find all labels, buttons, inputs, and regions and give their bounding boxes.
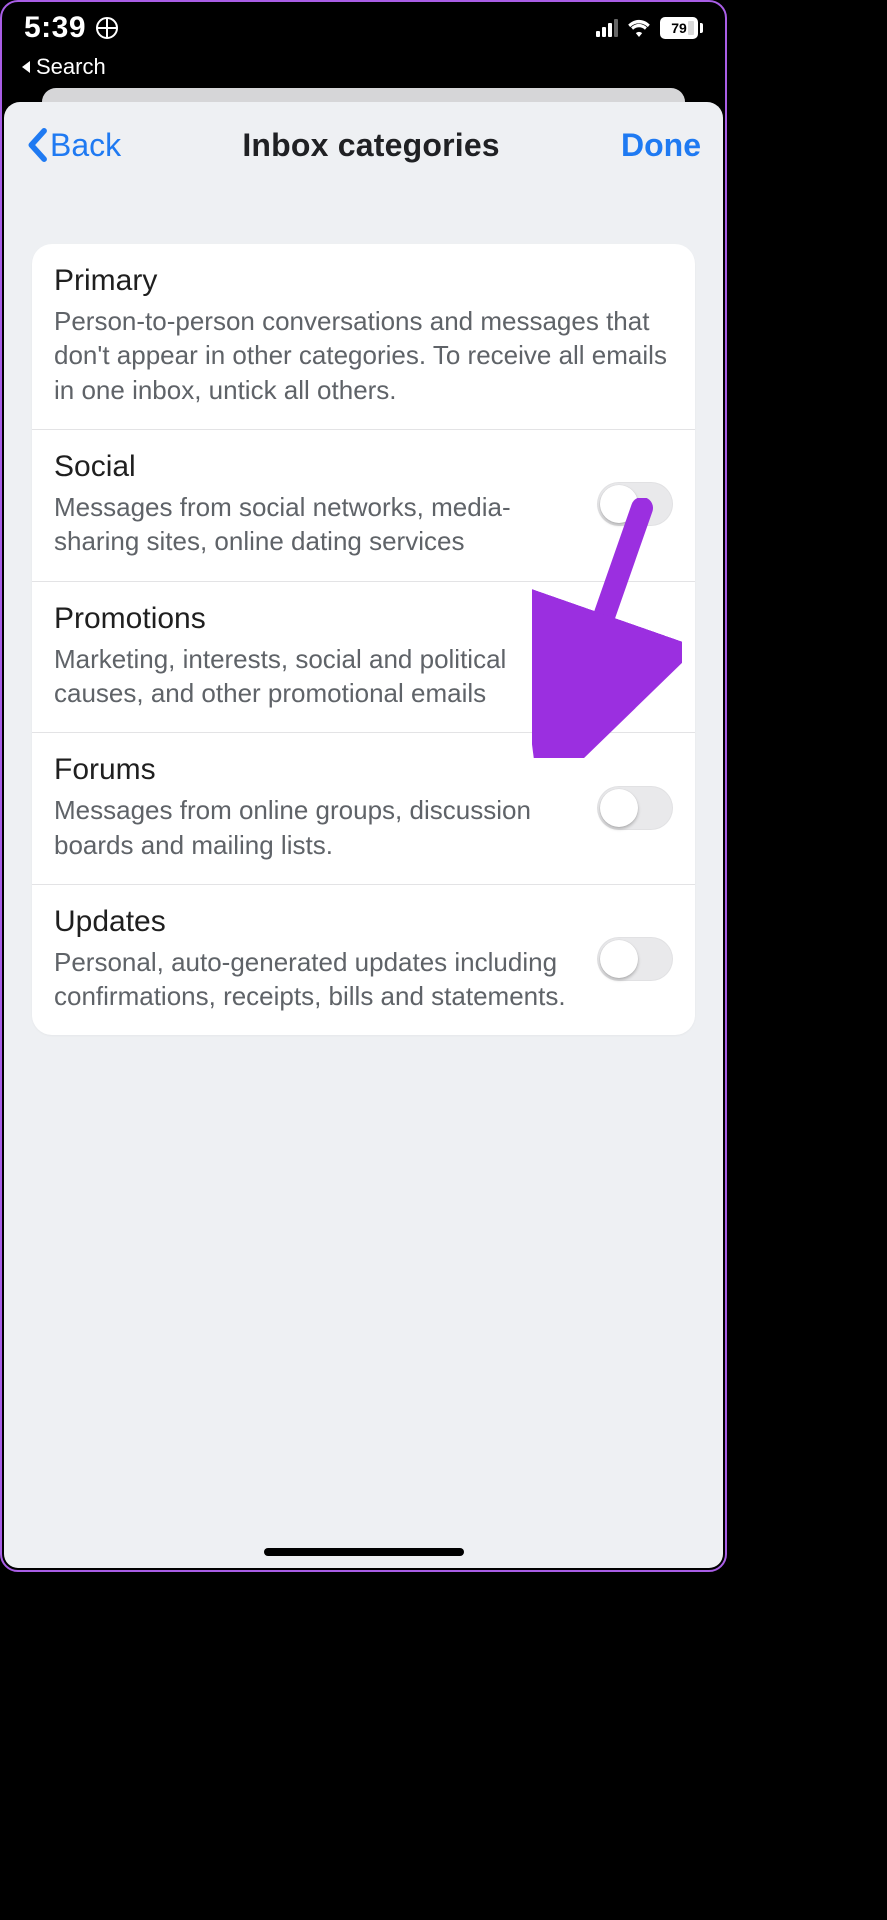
battery-icon: 79: [660, 17, 703, 39]
status-bar: 5:39 79: [2, 2, 725, 54]
category-title: Promotions: [54, 602, 579, 636]
home-indicator[interactable]: [264, 1548, 464, 1556]
battery-level: 79: [671, 20, 687, 36]
category-row-updates: Updates Personal, auto-generated updates …: [32, 884, 695, 1036]
category-title: Updates: [54, 905, 579, 939]
category-row-forums: Forums Messages from online groups, discu…: [32, 732, 695, 884]
toggle-updates[interactable]: [597, 937, 673, 981]
wifi-icon: [628, 19, 650, 37]
breadcrumb-label: Search: [36, 54, 106, 80]
category-desc: Person-to-person conversations and messa…: [54, 304, 673, 407]
toggle-promotions[interactable]: [597, 634, 673, 678]
back-label: Back: [50, 127, 121, 164]
category-title: Primary: [54, 264, 673, 298]
breadcrumb[interactable]: Search: [2, 54, 725, 90]
category-row-social: Social Messages from social networks, med…: [32, 429, 695, 581]
done-button[interactable]: Done: [621, 127, 701, 164]
category-desc: Messages from social networks, media-sha…: [54, 490, 579, 559]
modal-sheet: Back Inbox categories Done Primary Person…: [4, 102, 723, 1568]
category-title: Forums: [54, 753, 579, 787]
category-row-primary: Primary Person-to-person conversations an…: [32, 244, 695, 429]
chevron-left-icon: [26, 128, 48, 162]
status-time: 5:39: [24, 11, 86, 45]
categories-card: Primary Person-to-person conversations an…: [32, 244, 695, 1035]
category-desc: Marketing, interests, social and politic…: [54, 642, 579, 711]
category-desc: Personal, auto-generated updates includi…: [54, 945, 579, 1014]
page-title: Inbox categories: [121, 127, 621, 164]
signal-icon: [596, 19, 618, 37]
back-button[interactable]: Back: [26, 127, 121, 164]
toggle-social[interactable]: [597, 482, 673, 526]
category-row-promotions: Promotions Marketing, interests, social a…: [32, 581, 695, 733]
category-desc: Messages from online groups, discussion …: [54, 793, 579, 862]
globe-icon: [96, 17, 118, 39]
category-title: Social: [54, 450, 579, 484]
navbar: Back Inbox categories Done: [4, 102, 723, 188]
caret-left-icon: [22, 61, 30, 73]
toggle-forums[interactable]: [597, 786, 673, 830]
